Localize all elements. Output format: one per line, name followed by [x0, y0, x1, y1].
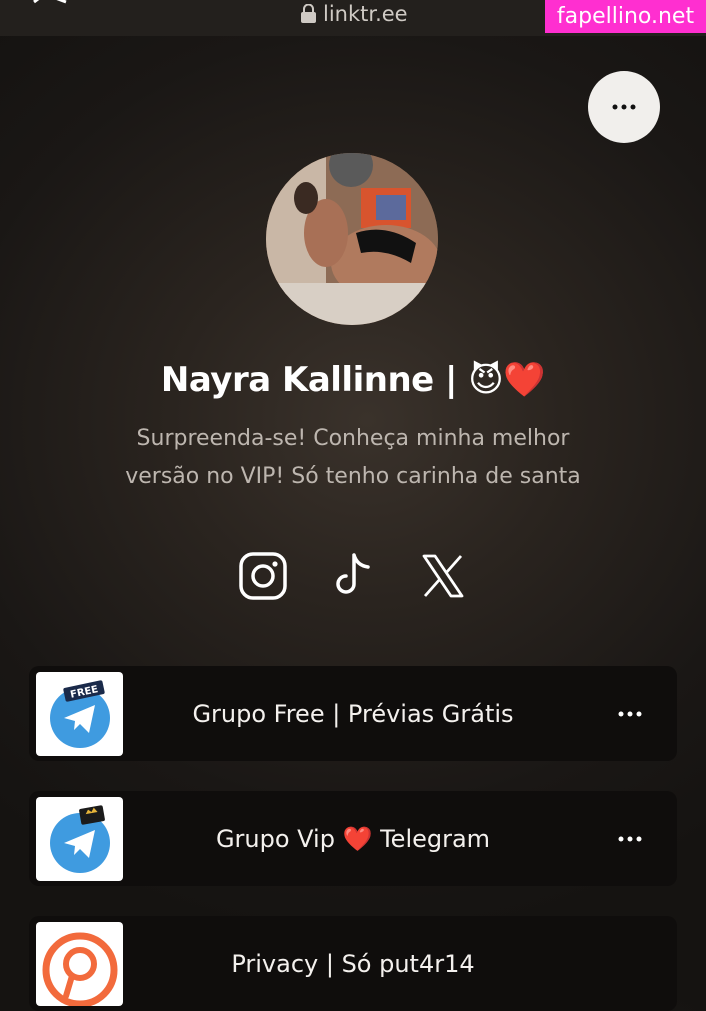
more-horizontal-icon — [612, 104, 636, 110]
link-label: Grupo Free | Prévias Grátis — [192, 699, 514, 728]
avatar-photo — [266, 153, 438, 325]
profile-bio: Surpreenda-se! Conheça minha melhor vers… — [90, 420, 616, 496]
more-options-button[interactable] — [588, 71, 660, 143]
link-card-grupo-free[interactable]: FREE Grupo Free | Prévias Grátis — [29, 666, 677, 761]
close-icon[interactable] — [30, 0, 74, 20]
address-bar[interactable]: linktr.ee — [300, 2, 408, 26]
watermark: fapellino.net — [545, 0, 706, 33]
link-card-grupo-vip[interactable]: Grupo Vip ❤️ Telegram — [29, 791, 677, 886]
avatar — [266, 153, 438, 325]
bio-line-2: versão no VIP! Só tenho carinha de santa — [125, 464, 581, 489]
tiktok-icon[interactable] — [327, 550, 379, 602]
telegram-icon — [50, 805, 110, 873]
instagram-icon[interactable] — [237, 550, 289, 602]
link-card-privacy[interactable]: Privacy | Só put4r14 — [29, 916, 677, 1011]
bio-line-1: Surpreenda-se! Conheça minha melhor — [136, 426, 570, 451]
profile-name: Nayra Kallinne | 😈❤️ — [160, 360, 546, 400]
lock-icon — [301, 4, 316, 23]
telegram-icon: FREE — [50, 680, 110, 748]
social-icons-row — [0, 550, 706, 602]
link-label: Grupo Vip ❤️ Telegram — [215, 824, 491, 853]
url-text: linktr.ee — [323, 2, 408, 26]
x-icon[interactable] — [417, 550, 469, 602]
more-horizontal-icon[interactable] — [617, 702, 643, 726]
browser-top-bar: linktr.ee fapellino.net — [0, 0, 706, 36]
telegram-vip-thumbnail — [36, 797, 123, 881]
telegram-free-thumbnail: FREE — [36, 672, 123, 756]
privacy-thumbnail — [36, 922, 123, 1006]
link-label: Privacy | Só put4r14 — [231, 949, 475, 978]
privacy-logo-icon — [42, 932, 118, 1006]
more-horizontal-icon[interactable] — [617, 827, 643, 851]
